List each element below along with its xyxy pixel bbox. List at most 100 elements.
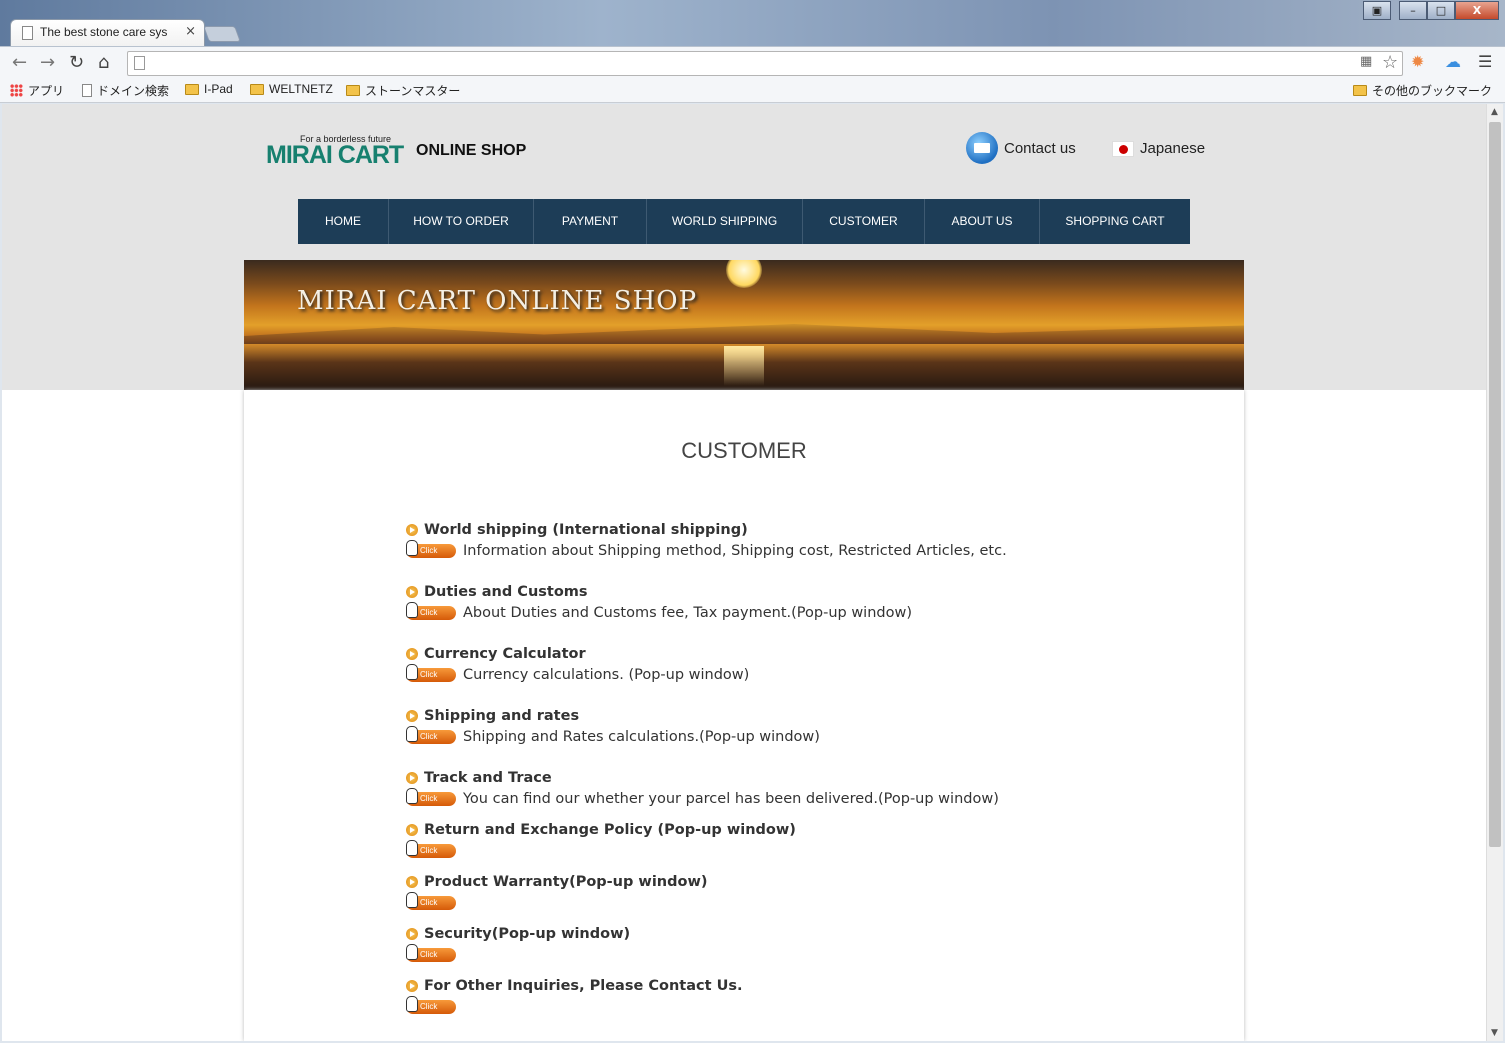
folder-icon — [346, 85, 360, 96]
click-button[interactable]: Click — [406, 892, 456, 910]
new-tab-button[interactable] — [203, 26, 241, 42]
item-heading: Shipping and rates — [424, 708, 580, 724]
contact-label: Contact us — [1004, 139, 1076, 157]
click-button[interactable]: Click — [406, 944, 456, 962]
bookmark-ipad[interactable]: I-Pad — [185, 82, 233, 96]
item-heading: World shipping (International shipping) — [424, 522, 748, 538]
title-bar: The best stone care sys × ▣ – □ X — [0, 0, 1505, 46]
list-item: World shipping (International shipping) … — [406, 520, 1007, 562]
item-description: Information about Shipping method, Shipp… — [463, 543, 1007, 559]
folder-icon — [185, 83, 199, 95]
bullet-arrow-icon — [406, 648, 418, 660]
site-logo[interactable]: For a borderless future MIRAI CART — [266, 132, 406, 169]
item-heading: Product Warranty(Pop-up window) — [424, 874, 708, 890]
page-icon — [22, 26, 33, 40]
scroll-down-icon[interactable]: ▼ — [1491, 1028, 1498, 1038]
scroll-thumb[interactable] — [1489, 122, 1501, 847]
click-button[interactable]: Click — [406, 996, 456, 1014]
list-item: Product Warranty(Pop-up window) Click — [406, 872, 708, 914]
mail-icon — [966, 132, 998, 164]
logo-name: MIRAI CART — [266, 141, 404, 169]
shop-label: ONLINE SHOP — [416, 142, 527, 159]
page-title: CUSTOMER — [681, 438, 807, 463]
browser-toolbar: ← → ↻ ⌂ ▦ ☆ ✹ ☁ ☰ — [0, 46, 1505, 78]
click-button[interactable]: Click — [406, 664, 456, 682]
bookmark-weltnetz[interactable]: WELTNETZ — [250, 82, 333, 96]
item-heading: Duties and Customs — [424, 584, 588, 600]
tab-title: The best stone care sys — [40, 25, 168, 39]
contact-link[interactable]: Contact us — [966, 132, 1076, 164]
bullet-arrow-icon — [406, 824, 418, 836]
bookmarks-bar: アプリ ドメイン検索 I-Pad WELTNETZ ストーンマスター その他のブ… — [0, 78, 1505, 103]
folder-icon — [250, 83, 264, 95]
item-heading: For Other Inquiries, Please Contact Us. — [424, 978, 743, 994]
browser-window: The best stone care sys × ▣ – □ X ← → ↻ … — [0, 0, 1505, 1043]
back-icon[interactable]: ← — [12, 52, 27, 73]
bullet-arrow-icon — [406, 772, 418, 784]
bookmark-apps[interactable]: アプリ — [10, 82, 64, 99]
bookmark-domain[interactable]: ドメイン検索 — [82, 82, 169, 99]
bullet-arrow-icon — [406, 586, 418, 598]
item-description: Currency calculations. (Pop-up window) — [463, 667, 750, 683]
item-description: Shipping and Rates calculations.(Pop-up … — [463, 729, 820, 745]
extension-icon[interactable]: ✹ — [1411, 52, 1424, 71]
list-item: Track and Trace Click You can find our wh… — [406, 768, 999, 810]
menu-icon[interactable]: ☰ — [1478, 52, 1492, 71]
nav-how-to-order[interactable]: HOW TO ORDER — [389, 199, 534, 244]
nav-world-shipping[interactable]: WORLD SHIPPING — [647, 199, 803, 244]
bookmark-stonemaster[interactable]: ストーンマスター — [346, 82, 460, 99]
bullet-arrow-icon — [406, 876, 418, 888]
cloud-icon[interactable]: ☁ — [1445, 52, 1461, 71]
sun-reflection-graphic — [724, 346, 764, 386]
reload-icon[interactable]: ↻ — [69, 52, 84, 73]
translate-icon[interactable]: ▦ — [1360, 54, 1372, 69]
click-button[interactable]: Click — [406, 840, 456, 858]
list-item: Currency Calculator Click Currency calcul… — [406, 644, 749, 686]
nav-customer[interactable]: CUSTOMER — [803, 199, 925, 244]
hero-banner: MIRAI CART ONLINE SHOP — [244, 260, 1244, 390]
apps-icon — [10, 84, 23, 97]
bookmark-star-icon[interactable]: ☆ — [1382, 52, 1398, 73]
browser-tab[interactable]: The best stone care sys × — [10, 19, 205, 46]
japan-flag-icon — [1112, 140, 1134, 157]
vertical-scrollbar[interactable]: ▲ ▼ — [1486, 104, 1503, 1041]
folder-icon — [1353, 85, 1367, 96]
restore-tab-icon[interactable]: ▣ — [1363, 1, 1391, 20]
bookmark-other[interactable]: その他のブックマーク — [1353, 82, 1492, 99]
item-heading: Track and Trace — [424, 770, 552, 786]
nav-payment[interactable]: PAYMENT — [534, 199, 647, 244]
item-heading: Security(Pop-up window) — [424, 926, 631, 942]
item-heading: Currency Calculator — [424, 646, 586, 662]
home-icon[interactable]: ⌂ — [98, 52, 109, 73]
bullet-arrow-icon — [406, 928, 418, 940]
click-button[interactable]: Click — [406, 788, 456, 806]
item-description: You can find our whether your parcel has… — [463, 791, 999, 807]
item-heading: Return and Exchange Policy (Pop-up windo… — [424, 822, 796, 838]
page-viewport: For a borderless future MIRAI CART ONLIN… — [2, 104, 1486, 1041]
item-description: About Duties and Customs fee, Tax paymen… — [463, 605, 912, 621]
bullet-arrow-icon — [406, 710, 418, 722]
nav-about-us[interactable]: ABOUT US — [925, 199, 1040, 244]
list-item: Return and Exchange Policy (Pop-up windo… — [406, 820, 796, 862]
close-window-button[interactable]: X — [1455, 1, 1499, 20]
forward-icon[interactable]: → — [40, 52, 55, 73]
maximize-button[interactable]: □ — [1427, 1, 1455, 20]
language-label: Japanese — [1140, 140, 1206, 157]
language-link[interactable]: Japanese — [1112, 140, 1205, 157]
click-button[interactable]: Click — [406, 602, 456, 620]
content-panel: CUSTOMER World shipping (International s… — [244, 390, 1244, 1041]
nav-home[interactable]: HOME — [298, 199, 389, 244]
list-item: Duties and Customs Click About Duties and… — [406, 582, 912, 624]
sun-graphic — [726, 260, 762, 288]
page-icon — [134, 56, 145, 70]
nav-shopping-cart[interactable]: SHOPPING CART — [1040, 199, 1190, 244]
list-item: Shipping and rates Click Shipping and Rat… — [406, 706, 820, 748]
tab-close-icon[interactable]: × — [185, 24, 196, 39]
minimize-button[interactable]: – — [1399, 1, 1427, 20]
click-button[interactable]: Click — [406, 726, 456, 744]
address-bar[interactable]: ▦ ☆ — [127, 51, 1403, 76]
click-button[interactable]: Click — [406, 540, 456, 558]
list-item: For Other Inquiries, Please Contact Us. … — [406, 976, 742, 1018]
bullet-arrow-icon — [406, 524, 418, 536]
scroll-up-icon[interactable]: ▲ — [1491, 107, 1498, 117]
